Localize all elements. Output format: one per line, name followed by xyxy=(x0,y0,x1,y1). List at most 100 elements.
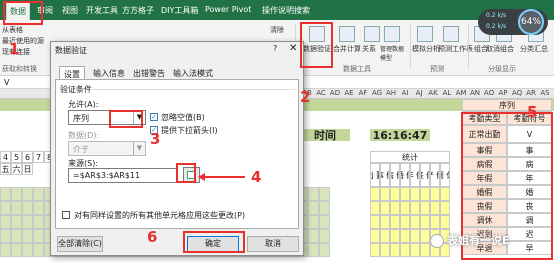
stat-value-cell[interactable] xyxy=(410,187,420,201)
stats-label-cell[interactable]: 统计 xyxy=(370,151,450,163)
stat-value-cell[interactable] xyxy=(400,243,410,257)
stat-value-cell[interactable] xyxy=(380,229,390,243)
name-box[interactable]: V xyxy=(4,78,9,87)
attendance-cell[interactable] xyxy=(0,243,11,257)
tab-powerpivot[interactable]: Power Pivot xyxy=(205,5,251,14)
attendance-cell[interactable] xyxy=(33,243,44,257)
consolidate-button[interactable]: 合并计算 xyxy=(333,44,361,54)
clear-all-button[interactable]: 全部清除(C) xyxy=(57,236,103,252)
attendance-cell[interactable] xyxy=(22,243,33,257)
attendance-cell[interactable] xyxy=(319,187,330,201)
column-header[interactable]: AS xyxy=(538,89,552,99)
weekday-cell[interactable]: 五 xyxy=(0,163,11,175)
stat-value-cell[interactable] xyxy=(390,187,400,201)
stat-header-cell[interactable]: 出 勤 xyxy=(370,163,380,187)
attendance-cell[interactable] xyxy=(0,187,11,201)
cancel-button[interactable]: 取消 xyxy=(247,236,299,252)
stat-value-cell[interactable] xyxy=(390,215,400,229)
attendance-cell[interactable] xyxy=(308,243,319,257)
subtotal-button[interactable]: 分类汇总 xyxy=(520,44,548,54)
close-button[interactable]: ✕ xyxy=(289,43,297,54)
manage-data-model-button[interactable]: 管理数据模型 xyxy=(380,44,406,62)
tab-input-message[interactable]: 输入信息 xyxy=(89,66,129,80)
weekday-cell[interactable]: 六 xyxy=(11,163,22,175)
attendance-cell[interactable] xyxy=(33,187,44,201)
stat-value-cell[interactable] xyxy=(370,243,380,257)
stat-header-cell[interactable]: 年 假 xyxy=(410,163,420,187)
attendance-cell[interactable] xyxy=(33,215,44,229)
column-header[interactable]: AN xyxy=(468,89,482,99)
column-header[interactable]: AL xyxy=(440,89,454,99)
stat-value-cell[interactable] xyxy=(440,187,450,201)
column-header[interactable]: AR xyxy=(524,89,538,99)
tab-fangfang[interactable]: 方方格子 xyxy=(122,5,154,16)
attendance-cell[interactable] xyxy=(33,229,44,243)
stat-value-cell[interactable] xyxy=(420,243,430,257)
stat-value-cell[interactable] xyxy=(420,201,430,215)
attendance-cell[interactable] xyxy=(308,215,319,229)
stat-header-cell[interactable]: 调 休 xyxy=(440,163,450,187)
from-table[interactable]: 从表格 xyxy=(2,25,23,35)
stat-value-cell[interactable] xyxy=(400,229,410,243)
stat-header-cell[interactable]: 病 假 xyxy=(390,163,400,187)
stat-value-cell[interactable] xyxy=(380,215,390,229)
ref-header-cell[interactable]: 序列 xyxy=(462,99,552,111)
column-header[interactable]: AG xyxy=(370,89,384,99)
attendance-cell[interactable] xyxy=(308,187,319,201)
weekday-cell[interactable]: 日 xyxy=(22,163,33,175)
stat-value-cell[interactable] xyxy=(410,243,420,257)
stat-header-cell[interactable]: 婚 假 xyxy=(400,163,410,187)
attendance-cell[interactable] xyxy=(11,229,22,243)
clear-filter[interactable]: 清除 xyxy=(270,25,284,35)
tab-settings[interactable]: 设置 xyxy=(59,66,85,80)
attendance-cell[interactable] xyxy=(0,201,11,215)
stat-value-cell[interactable] xyxy=(410,215,420,229)
attendance-cell[interactable] xyxy=(319,229,330,243)
column-header[interactable]: AJ xyxy=(412,89,426,99)
column-header[interactable]: AH xyxy=(384,89,398,99)
stat-value-cell[interactable] xyxy=(380,243,390,257)
attendance-cell[interactable] xyxy=(22,187,33,201)
attendance-cell[interactable] xyxy=(0,229,11,243)
stat-header-cell[interactable]: 丧 假 xyxy=(420,163,430,187)
stat-value-cell[interactable] xyxy=(440,215,450,229)
attendance-cell[interactable] xyxy=(11,243,22,257)
column-header[interactable]: AC xyxy=(314,89,328,99)
tab-diy[interactable]: DIY工具箱 xyxy=(161,5,198,16)
stat-value-cell[interactable] xyxy=(390,201,400,215)
stat-value-cell[interactable] xyxy=(370,187,380,201)
stat-value-cell[interactable] xyxy=(380,187,390,201)
stat-value-cell[interactable] xyxy=(400,187,410,201)
stat-value-cell[interactable] xyxy=(430,201,440,215)
attendance-cell[interactable] xyxy=(22,229,33,243)
stat-value-cell[interactable] xyxy=(370,229,380,243)
day-number-cell[interactable]: 6 xyxy=(22,151,33,163)
stat-value-cell[interactable] xyxy=(390,229,400,243)
column-header[interactable]: AD xyxy=(328,89,342,99)
day-number-cell[interactable]: 4 xyxy=(0,151,11,163)
tab-ime-mode[interactable]: 输入法模式 xyxy=(169,66,217,80)
stat-value-cell[interactable] xyxy=(400,215,410,229)
attendance-cell[interactable] xyxy=(319,215,330,229)
attendance-cell[interactable] xyxy=(319,243,330,257)
stat-value-cell[interactable] xyxy=(420,187,430,201)
day-number-cell[interactable]: 5 xyxy=(11,151,22,163)
column-header[interactable]: AF xyxy=(356,89,370,99)
tell-me-search[interactable]: 操作说明搜索 xyxy=(262,5,310,16)
attendance-cell[interactable] xyxy=(319,201,330,215)
stat-value-cell[interactable] xyxy=(420,229,430,243)
stat-value-cell[interactable] xyxy=(370,201,380,215)
what-if-button[interactable]: 模拟分析 xyxy=(412,44,440,54)
column-header[interactable]: AP xyxy=(496,89,510,99)
attendance-cell[interactable] xyxy=(11,201,22,215)
ungroup-button[interactable]: 取消组合 xyxy=(486,44,514,54)
stat-value-cell[interactable] xyxy=(430,187,440,201)
column-header[interactable]: AI xyxy=(398,89,412,99)
attendance-cell[interactable] xyxy=(308,201,319,215)
tab-error-alert[interactable]: 出错警告 xyxy=(129,66,169,80)
column-header[interactable]: AM xyxy=(454,89,468,99)
apply-all-checkbox[interactable] xyxy=(62,211,70,219)
column-header[interactable]: AK xyxy=(426,89,440,99)
attendance-cell[interactable] xyxy=(0,215,11,229)
stat-header-cell[interactable]: 产 假 xyxy=(430,163,440,187)
